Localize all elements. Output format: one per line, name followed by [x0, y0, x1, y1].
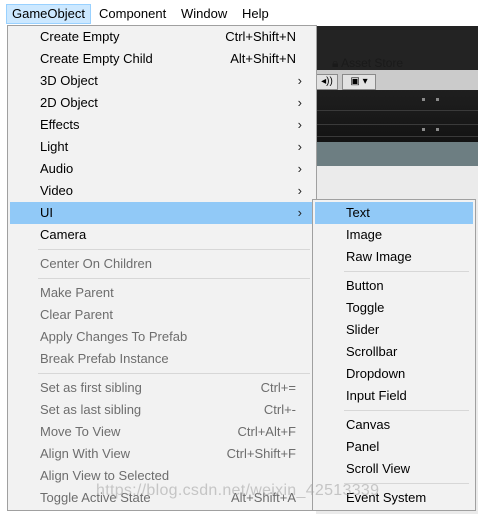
scene-floor [316, 142, 478, 166]
menu-item-label: Raw Image [346, 249, 412, 264]
menu-item-label: Canvas [346, 417, 391, 432]
menu-item-shortcut: Ctrl+= [260, 380, 296, 395]
chevron-right-icon: › [297, 205, 302, 220]
gameobject-menu-item-video[interactable]: Video › [10, 180, 314, 202]
gameobject-menu-item-apply-changes-to-prefab: Apply Changes To Prefab [10, 326, 314, 348]
menu-item-shortcut: Ctrl+- [263, 402, 296, 417]
gameobject-menu-item-light[interactable]: Light › [10, 136, 314, 158]
gameobject-menu-item-ui[interactable]: UI › [10, 202, 314, 224]
menu-item-label: Dropdown [346, 366, 406, 381]
menu-item-label: Set as last sibling [40, 402, 142, 417]
menu-item-label: Set as first sibling [40, 380, 142, 395]
menu-item-label: Scrollbar [346, 344, 398, 359]
menu-item-label: Apply Changes To Prefab [40, 329, 188, 344]
ui-menu-item-scrollbar[interactable]: Scrollbar [315, 341, 473, 363]
effects-toggle-button[interactable]: ▣ ▾ [342, 74, 376, 90]
chevron-right-icon: › [297, 139, 302, 154]
gameobject-menu-item-3d-object[interactable]: 3D Object › [10, 70, 314, 92]
ui-menu-item-input-field[interactable]: Input Field [315, 385, 473, 407]
gameobject-menu-item-effects[interactable]: Effects › [10, 114, 314, 136]
menu-help[interactable]: Help [237, 4, 274, 24]
menu-item-label: Move To View [40, 424, 121, 439]
menu-item-label: Button [346, 278, 384, 293]
menu-item-label: Scroll View [346, 461, 411, 476]
chevron-right-icon: › [297, 73, 302, 88]
menu-item-label: Create Empty Child [40, 51, 153, 66]
gameobject-menu-item-set-as-last-sibling: Set as last sibling Ctrl+- [10, 399, 314, 421]
ui-menu-item-text[interactable]: Text [315, 202, 473, 224]
ui-menu-item-panel[interactable]: Panel [315, 436, 473, 458]
menu-item-shortcut: Alt+Shift+N [230, 51, 296, 66]
chevron-right-icon: › [297, 117, 302, 132]
gameobject-menu-item-audio[interactable]: Audio › [10, 158, 314, 180]
ui-menu-item-raw-image[interactable]: Raw Image [315, 246, 473, 268]
menu-item-label: 2D Object [40, 95, 98, 110]
ui-menu-item-image[interactable]: Image [315, 224, 473, 246]
ui-menu-item-toggle[interactable]: Toggle [315, 297, 473, 319]
menu-separator [38, 278, 310, 279]
gameobject-menu-item-make-parent: Make Parent [10, 282, 314, 304]
gameobject-menu-item-center-on-children: Center On Children [10, 253, 314, 275]
watermark: https://blog.csdn.net/weixin_42513339 [96, 482, 380, 499]
menu-item-label: Text [346, 205, 370, 220]
menu-separator [38, 373, 310, 374]
menu-item-label: Input Field [346, 388, 407, 403]
gameobject-menu-item-2d-object[interactable]: 2D Object › [10, 92, 314, 114]
gameobject-menu-item-camera[interactable]: Camera [10, 224, 314, 246]
menu-item-label: Make Parent [40, 285, 114, 300]
ui-menu-item-scroll-view[interactable]: Scroll View [315, 458, 473, 480]
asset-store-tab[interactable]: 🔒︎ Asset Store [332, 56, 403, 71]
ui-menu-item-canvas[interactable]: Canvas [315, 414, 473, 436]
menu-item-label: Clear Parent [40, 307, 113, 322]
audio-toggle-button[interactable]: ◂)) [316, 74, 338, 90]
menu-item-label: Panel [346, 439, 380, 454]
menu-item-label: 3D Object [40, 73, 98, 88]
lock-icon: 🔒︎ [332, 56, 339, 70]
gameobject-menu-item-clear-parent: Clear Parent [10, 304, 314, 326]
ui-menu-item-slider[interactable]: Slider [315, 319, 473, 341]
menu-item-label: Camera [40, 227, 87, 242]
gameobject-menu-item-align-with-view: Align With View Ctrl+Shift+F [10, 443, 314, 465]
menu-item-label: Create Empty [40, 29, 120, 44]
menu-separator [344, 410, 469, 411]
menu-item-label: Break Prefab Instance [40, 351, 169, 366]
menu-item-label: UI [40, 205, 53, 220]
menu-component[interactable]: Component [94, 4, 171, 24]
ui-submenu: Text Image Raw Image Button Toggle Slider Scro… [312, 199, 476, 511]
menu-item-label: Align With View [40, 446, 131, 461]
menu-item-label: Audio [40, 161, 74, 176]
speaker-icon: ◂)) [321, 76, 333, 87]
gameobject-menu-item-set-as-first-sibling: Set as first sibling Ctrl+= [10, 377, 314, 399]
menu-item-label: Video [40, 183, 74, 198]
gameobject-menu-item-move-to-view: Move To View Ctrl+Alt+F [10, 421, 314, 443]
menu-item-label: Toggle [346, 300, 385, 315]
menu-separator [38, 249, 310, 250]
menu-item-label: Slider [346, 322, 380, 337]
menu-item-label: Effects [40, 117, 80, 132]
gameobject-menu: Create Empty Ctrl+Shift+N Create Empty Chi… [7, 25, 317, 511]
image-icon: ▣ ▾ [350, 76, 368, 87]
gameobject-menu-item-create-empty-child[interactable]: Create Empty Child Alt+Shift+N [10, 48, 314, 70]
chevron-right-icon: › [297, 161, 302, 176]
menu-item-shortcut: Ctrl+Shift+F [226, 446, 296, 461]
menu-item-label: Image [346, 227, 383, 242]
gameobject-menu-item-create-empty[interactable]: Create Empty Ctrl+Shift+N [10, 26, 314, 48]
asset-store-label: Asset Store [341, 56, 404, 70]
chevron-right-icon: › [297, 183, 302, 198]
menu-gameobject[interactable]: GameObject [6, 4, 91, 24]
menu-separator [344, 271, 469, 272]
menu-bar: GameObject Component Window Help [0, 0, 478, 26]
menu-item-label: Center On Children [40, 256, 152, 271]
menu-window[interactable]: Window [176, 4, 232, 24]
ui-menu-item-button[interactable]: Button [315, 275, 473, 297]
gameobject-menu-item-break-prefab-instance: Break Prefab Instance [10, 348, 314, 370]
menu-item-label: Light [40, 139, 69, 154]
menu-item-shortcut: Ctrl+Alt+F [237, 424, 296, 439]
menu-item-shortcut: Ctrl+Shift+N [225, 29, 296, 44]
chevron-right-icon: › [297, 95, 302, 110]
ui-menu-item-dropdown[interactable]: Dropdown [315, 363, 473, 385]
